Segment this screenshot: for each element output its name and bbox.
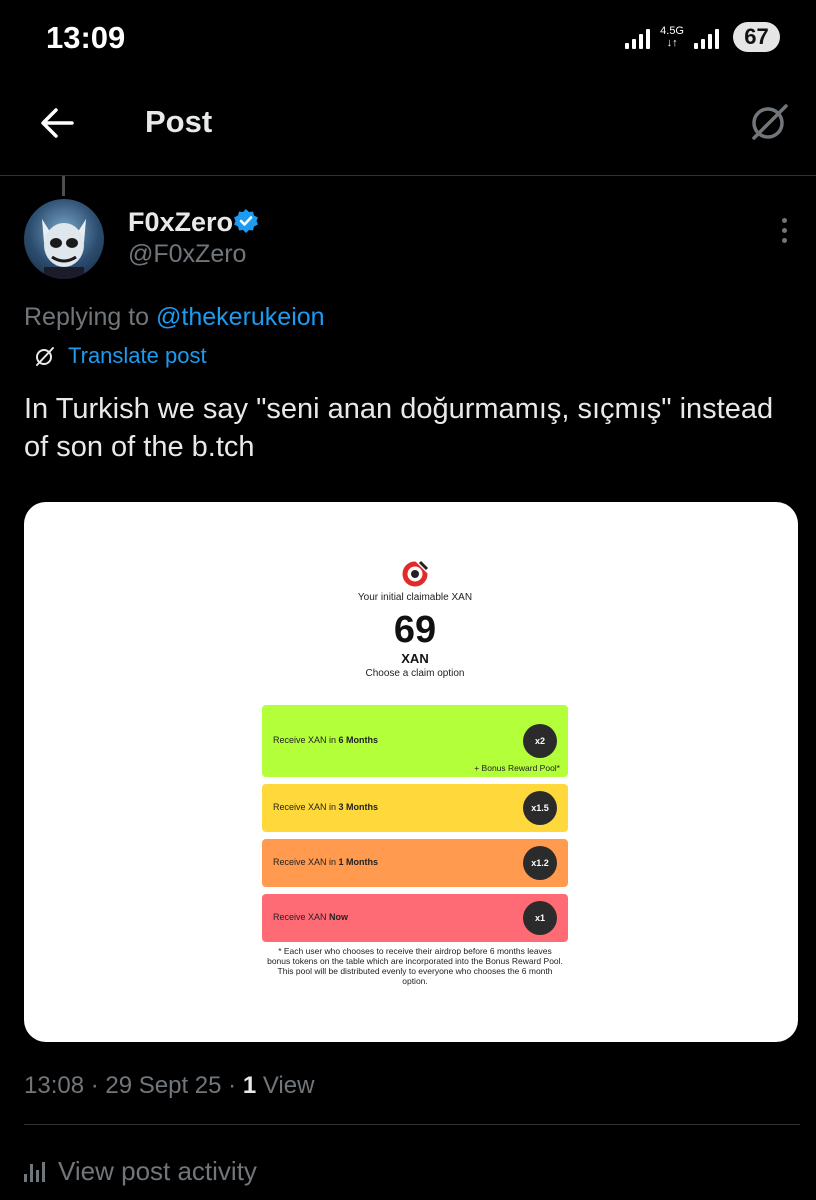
more-options-icon[interactable] bbox=[780, 218, 788, 248]
replying-to: Replying to @thekerukeion bbox=[24, 303, 325, 332]
option-label: Receive XAN in 1 Months bbox=[273, 857, 379, 867]
battery-indicator: 67 bbox=[733, 22, 780, 52]
activity-label: View post activity bbox=[58, 1156, 257, 1186]
thread-line bbox=[62, 176, 65, 196]
post-text: In Turkish we say "seni anan doğurmamış,… bbox=[24, 393, 774, 463]
bonus-note: + Bonus Reward Pool* bbox=[474, 763, 560, 773]
views-label: View bbox=[262, 1072, 315, 1099]
verified-badge-icon[interactable] bbox=[233, 208, 259, 234]
avatar[interactable] bbox=[24, 199, 104, 279]
post-date: 29 Sept 25 bbox=[105, 1072, 222, 1099]
option-label: Receive XAN in 3 Months bbox=[273, 802, 379, 812]
views-count: 1 bbox=[242, 1072, 257, 1099]
claim-footnote: * Each user who chooses to receive their… bbox=[267, 946, 563, 986]
multiplier-badge: x1.2 bbox=[523, 846, 557, 880]
network-indicator: 4.5G ↓↑ bbox=[660, 25, 684, 49]
avatar-image bbox=[42, 219, 86, 279]
view-post-activity-button[interactable]: View post activity bbox=[24, 1156, 257, 1187]
app-header: Post bbox=[0, 78, 816, 176]
divider bbox=[24, 1124, 800, 1125]
post-time: 13:08 bbox=[24, 1072, 85, 1099]
analytics-icon bbox=[24, 1161, 46, 1182]
claim-panel: Your initial claimable XAN 69 XAN Choose… bbox=[262, 560, 568, 986]
multiplier-badge: x1 bbox=[523, 901, 557, 935]
translate-label: Translate post bbox=[68, 343, 207, 368]
claim-choose-label: Choose a claim option bbox=[365, 668, 465, 679]
status-icons: 4.5G ↓↑ 67 bbox=[625, 22, 780, 52]
signal-icon bbox=[694, 25, 719, 49]
grok-icon[interactable] bbox=[746, 98, 794, 146]
post-meta: 13:08 · 29 Sept 25 · 1 View bbox=[24, 1072, 315, 1099]
author-handle[interactable]: @F0xZero bbox=[128, 240, 246, 269]
status-bar: 13:09 4.5G ↓↑ 67 bbox=[0, 0, 816, 78]
option-label: Receive XAN Now bbox=[273, 912, 349, 922]
xan-logo-icon bbox=[402, 560, 429, 587]
claim-option-6-months: Receive XAN in 6 Months x2 + Bonus Rewar… bbox=[262, 705, 568, 777]
multiplier-badge: x2 bbox=[523, 724, 557, 758]
post-media-image[interactable]: Your initial claimable XAN 69 XAN Choose… bbox=[24, 502, 798, 1042]
page-title: Post bbox=[145, 104, 213, 139]
back-arrow-icon[interactable] bbox=[36, 102, 78, 144]
claim-caption: Your initial claimable XAN bbox=[357, 592, 473, 603]
grok-icon bbox=[36, 347, 54, 366]
claim-option-1-month: Receive XAN in 1 Months x1.2 bbox=[262, 839, 568, 887]
reply-mention-link[interactable]: @thekerukeion bbox=[156, 303, 325, 331]
display-name[interactable]: F0xZero bbox=[128, 207, 233, 238]
signal-icon bbox=[625, 25, 651, 49]
status-time: 13:09 bbox=[46, 20, 126, 55]
network-type: 4.5G bbox=[660, 25, 684, 37]
multiplier-badge: x1.5 bbox=[523, 791, 557, 825]
replying-prefix: Replying to bbox=[24, 303, 157, 331]
option-label: Receive XAN in 6 Months bbox=[273, 735, 379, 745]
claim-option-now: Receive XAN Now x1 bbox=[262, 894, 568, 942]
data-arrows-icon: ↓↑ bbox=[666, 37, 678, 49]
claim-amount: 69 bbox=[393, 609, 437, 651]
translate-post-button[interactable]: Translate post bbox=[34, 343, 207, 369]
claim-option-3-months: Receive XAN in 3 Months x1.5 bbox=[262, 784, 568, 832]
claim-unit: XAN bbox=[401, 651, 429, 666]
